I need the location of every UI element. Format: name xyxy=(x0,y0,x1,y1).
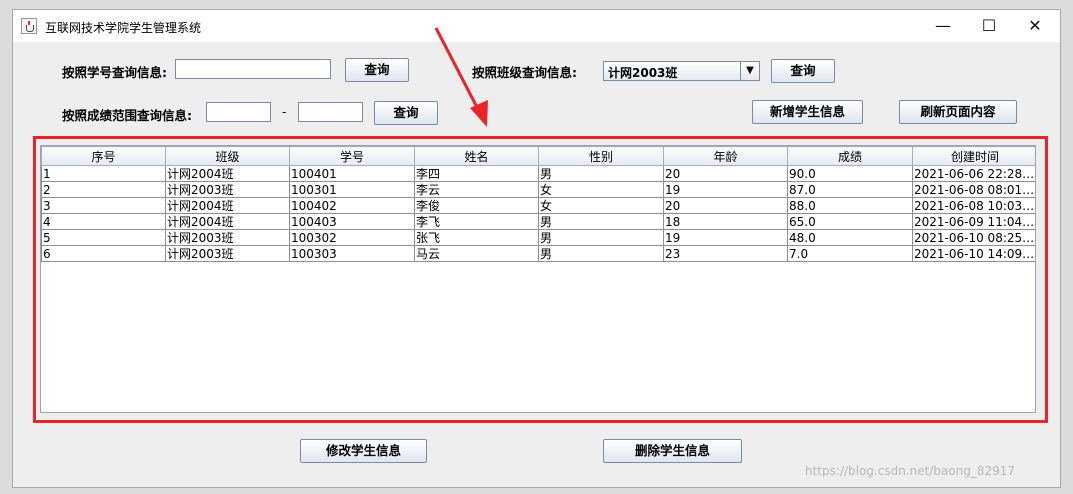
cell-created-time[interactable]: 2021-06-10 14:09:2... xyxy=(912,245,1035,262)
column-header-age[interactable]: 年龄 xyxy=(663,146,788,166)
cell-age[interactable]: 19 xyxy=(663,229,788,246)
cell-student-id[interactable]: 100401 xyxy=(289,165,415,182)
column-header-gender[interactable]: 性别 xyxy=(538,146,664,166)
app-window: 互联网技术学院学生管理系统 — ☐ ✕ 按照学号查询信息: 查询 按照班级查询信… xyxy=(12,9,1061,488)
cell-age[interactable]: 20 xyxy=(663,197,788,214)
refresh-page-button[interactable]: 刷新页面内容 xyxy=(899,100,1017,124)
cell-class[interactable]: 计网2004班 xyxy=(165,197,290,214)
cell-name[interactable]: 李飞 xyxy=(414,213,539,230)
title-bar[interactable]: 互联网技术学院学生管理系统 — ☐ ✕ xyxy=(13,10,1060,42)
column-header-index[interactable]: 序号 xyxy=(41,146,166,166)
cell-gender[interactable]: 女 xyxy=(538,181,664,198)
modify-student-button[interactable]: 修改学生信息 xyxy=(300,439,427,463)
cell-score[interactable]: 88.0 xyxy=(787,197,913,214)
cell-created-time[interactable]: 2021-06-10 08:25:1... xyxy=(912,229,1035,246)
table-row[interactable]: 4 计网2004班 100403 李飞 男 18 65.0 2021-06-09… xyxy=(41,213,1035,230)
cell-gender[interactable]: 男 xyxy=(538,245,664,262)
cell-gender[interactable]: 女 xyxy=(538,197,664,214)
column-header-name[interactable]: 姓名 xyxy=(414,146,539,166)
window-title: 互联网技术学院学生管理系统 xyxy=(45,21,202,35)
cell-name[interactable]: 李四 xyxy=(414,165,539,182)
column-header-student-id[interactable]: 学号 xyxy=(289,146,415,166)
cell-index[interactable]: 4 xyxy=(41,213,166,230)
chevron-down-icon[interactable]: ▼ xyxy=(740,62,759,80)
cell-created-time[interactable]: 2021-06-09 11:04:1... xyxy=(912,213,1035,230)
cell-score[interactable]: 7.0 xyxy=(787,245,913,262)
cell-student-id[interactable]: 100301 xyxy=(289,181,415,198)
student-table-scrollpane[interactable]: 序号 班级 学号 姓名 性别 年龄 成绩 创建时间 1 计网2004班 1004… xyxy=(40,145,1036,413)
java-app-icon xyxy=(21,18,37,34)
search-by-score-label: 按照成绩范围查询信息: xyxy=(62,108,192,123)
score-min-input[interactable] xyxy=(206,102,271,122)
cell-score[interactable]: 87.0 xyxy=(787,181,913,198)
cell-index[interactable]: 5 xyxy=(41,229,166,246)
cell-created-time[interactable]: 2021-06-08 10:03:4... xyxy=(912,197,1035,214)
table-row[interactable]: 2 计网2003班 100301 李云 女 19 87.0 2021-06-08… xyxy=(41,181,1035,198)
cell-index[interactable]: 2 xyxy=(41,181,166,198)
student-id-input[interactable] xyxy=(175,59,331,79)
class-select-value: 计网2003班 xyxy=(608,66,678,80)
cell-index[interactable]: 6 xyxy=(41,245,166,262)
cell-gender[interactable]: 男 xyxy=(538,229,664,246)
cell-class[interactable]: 计网2004班 xyxy=(165,213,290,230)
column-header-created-time[interactable]: 创建时间 xyxy=(912,146,1035,166)
column-header-score[interactable]: 成绩 xyxy=(787,146,913,166)
cell-score[interactable]: 65.0 xyxy=(787,213,913,230)
table-row[interactable]: 1 计网2004班 100401 李四 男 20 90.0 2021-06-06… xyxy=(41,165,1035,182)
cell-student-id[interactable]: 100402 xyxy=(289,197,415,214)
close-button[interactable]: ✕ xyxy=(1012,10,1058,42)
search-by-class-label: 按照班级查询信息: xyxy=(472,65,577,80)
cell-score[interactable]: 48.0 xyxy=(787,229,913,246)
cell-name[interactable]: 张飞 xyxy=(414,229,539,246)
cell-gender[interactable]: 男 xyxy=(538,213,664,230)
cell-gender[interactable]: 男 xyxy=(538,165,664,182)
class-select[interactable]: 计网2003班 ▼ xyxy=(603,61,760,81)
cell-age[interactable]: 20 xyxy=(663,165,788,182)
cell-age[interactable]: 18 xyxy=(663,213,788,230)
search-by-class-button[interactable]: 查询 xyxy=(771,59,835,83)
table-row[interactable]: 3 计网2004班 100402 李俊 女 20 88.0 2021-06-08… xyxy=(41,197,1035,214)
cell-class[interactable]: 计网2003班 xyxy=(165,229,290,246)
minimize-button[interactable]: — xyxy=(920,10,966,42)
maximize-button[interactable]: ☐ xyxy=(966,10,1012,42)
search-by-id-button[interactable]: 查询 xyxy=(345,58,409,82)
cell-student-id[interactable]: 100403 xyxy=(289,213,415,230)
cell-name[interactable]: 李俊 xyxy=(414,197,539,214)
cell-student-id[interactable]: 100303 xyxy=(289,245,415,262)
score-max-input[interactable] xyxy=(298,102,363,122)
cell-score[interactable]: 90.0 xyxy=(787,165,913,182)
cell-index[interactable]: 1 xyxy=(41,165,166,182)
cell-class[interactable]: 计网2003班 xyxy=(165,181,290,198)
student-table[interactable]: 序号 班级 学号 姓名 性别 年龄 成绩 创建时间 1 计网2004班 1004… xyxy=(41,146,1035,262)
cell-class[interactable]: 计网2003班 xyxy=(165,245,290,262)
table-header-row: 序号 班级 学号 姓名 性别 年龄 成绩 创建时间 xyxy=(41,146,1035,166)
cell-name[interactable]: 李云 xyxy=(414,181,539,198)
search-by-score-button[interactable]: 查询 xyxy=(374,101,438,125)
csdn-watermark: https://blog.csdn.net/baong_82917 xyxy=(805,464,1016,478)
cell-index[interactable]: 3 xyxy=(41,197,166,214)
table-row[interactable]: 6 计网2003班 100303 马云 男 23 7.0 2021-06-10 … xyxy=(41,245,1035,262)
search-by-id-label: 按照学号查询信息: xyxy=(62,65,167,80)
add-student-button[interactable]: 新增学生信息 xyxy=(752,100,863,124)
cell-name[interactable]: 马云 xyxy=(414,245,539,262)
cell-created-time[interactable]: 2021-06-06 22:28:3... xyxy=(912,165,1035,182)
cell-age[interactable]: 19 xyxy=(663,181,788,198)
cell-age[interactable]: 23 xyxy=(663,245,788,262)
cell-class[interactable]: 计网2004班 xyxy=(165,165,290,182)
column-header-class[interactable]: 班级 xyxy=(165,146,290,166)
cell-created-time[interactable]: 2021-06-08 08:01:5... xyxy=(912,181,1035,198)
score-range-dash: - xyxy=(282,105,287,119)
table-row[interactable]: 5 计网2003班 100302 张飞 男 19 48.0 2021-06-10… xyxy=(41,229,1035,246)
delete-student-button[interactable]: 删除学生信息 xyxy=(603,439,742,463)
cell-student-id[interactable]: 100302 xyxy=(289,229,415,246)
